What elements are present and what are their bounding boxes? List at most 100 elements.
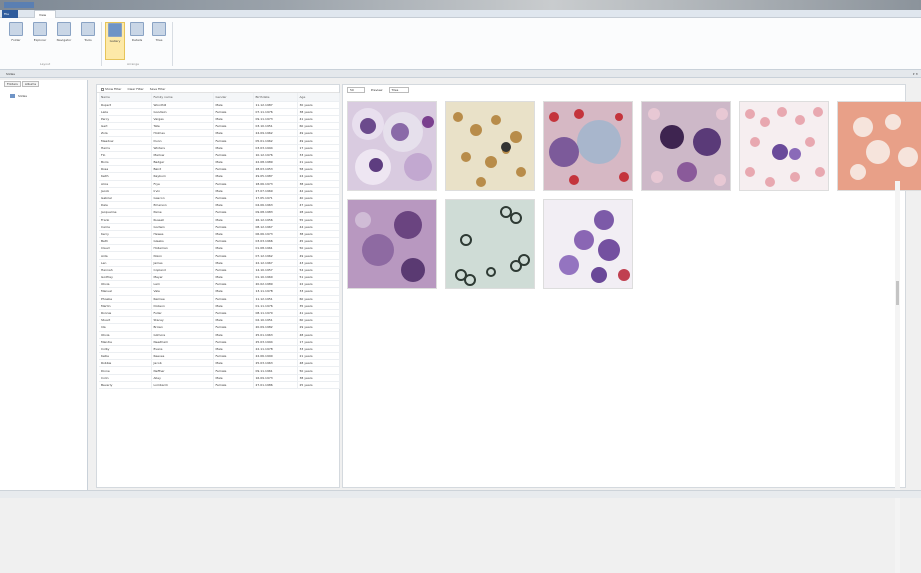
column-header[interactable]: Gender [213,93,253,101]
tools-button[interactable]: Tools [78,22,98,60]
table-cell: 21 years [297,159,339,166]
table-row[interactable]: DaleEmersonMale04.06.196347 years [99,202,339,209]
table-row[interactable]: PercyVargasMale09.11.197341 years [99,115,339,122]
table-row[interactable]: BorisBadgerMale22.08.198921 years [99,159,339,166]
table-row[interactable]: MartinDobsonMale01.11.197635 years [99,302,339,309]
tiles-button[interactable]: Tiles [149,22,169,60]
table-cell: 03.03.1994 [253,144,297,151]
slide-thumbnail[interactable] [543,199,633,289]
table-row[interactable]: PhoebeRemieeFemale11.12.195160 years [99,295,339,302]
table-row[interactable]: MandieNeedhamFemale25.03.199417 years [99,338,339,345]
preview-toggle[interactable]: Preview [371,88,383,92]
pane-pin-close[interactable]: ▾ ✕ [913,72,918,76]
slide-thumbnail[interactable] [347,101,437,191]
save-filter-button[interactable]: Save Filter [150,87,166,90]
table-cell: 38 years [297,230,339,237]
table-row[interactable]: RupertWoodhillMale11.12.198730 years [99,101,339,108]
show-filter-button[interactable]: Show Filter [101,87,121,90]
tab-file[interactable]: File [2,10,18,18]
table-row[interactable]: ColinAlleyMale16.09.197338 years [99,374,339,381]
table-row[interactable]: JacquelinePaineFemale09.08.198328 years [99,209,339,216]
table-row[interactable]: MeadowDunnFemale05.01.196249 years [99,137,339,144]
zoom-select[interactable]: 50 [347,87,365,93]
folder-button[interactable]: Folder [6,22,26,60]
slide-thumbnail[interactable] [543,101,633,191]
column-header[interactable]: Age [297,93,339,101]
table-cell: 24 years [297,173,339,180]
table-cell: 25.03.1963 [253,360,297,367]
table-row[interactable]: GabrielGasconFemale17.05.197140 years [99,194,339,201]
column-header[interactable]: Birthdate [253,93,297,101]
table-row[interactable]: KeithRayburnMale29.05.198724 years [99,173,339,180]
table-cell: Hewes [151,230,213,237]
table-row[interactable]: GodfreyMeyerMale01.10.196051 years [99,274,339,281]
table-row[interactable]: LenJamesMale22.12.196743 years [99,259,339,266]
table-cell: Remiee [151,295,213,302]
table-row[interactable]: KellieReevesFemale22.06.199021 years [99,353,339,360]
pane-title: Slides [6,72,15,76]
table-row[interactable]: BeverlyLombardiFemale27.01.198625 years [99,381,339,388]
scrollbar-thumb[interactable] [896,281,899,305]
tab-albums[interactable]: Albums [22,81,39,87]
table-row[interactable]: OliviaLamFemale20.02.198922 years [99,281,339,288]
table-row[interactable]: RonnieFullerFemale08.11.197041 years [99,309,339,316]
table-cell: Russell [151,216,213,223]
table-cell: 38 years [297,108,339,115]
viewer-scrollbar[interactable] [895,181,900,573]
tab-folders[interactable]: Folders [4,81,21,87]
table-cell: Reeves [151,353,213,360]
table-cell: Male [213,360,253,367]
view-select[interactable]: Tiles [389,87,410,93]
table-row[interactable]: StuartStaceyMale02.10.195160 years [99,317,339,324]
table-row[interactable]: AliceFryeFemale18.06.197338 years [99,180,339,187]
table-row[interactable]: ColbyEvansMale22.11.197833 years [99,345,339,352]
table-cell: 60 years [297,123,339,130]
table-cell: 09.11.1961 [253,367,297,374]
table-cell: 60 years [297,317,339,324]
table-row[interactable]: RosaBairdFemale28.03.195358 years [99,166,339,173]
table-cell: Male [213,230,253,237]
table-cell: Gleeks [151,238,213,245]
table-row[interactable]: ManuelValeMale13.11.197833 years [99,288,339,295]
table-row[interactable]: HarrisWintersMale03.03.199417 years [99,144,339,151]
table-cell: 49 years [297,130,339,137]
table-row[interactable]: OliviaGilmoreMale25.01.196348 years [99,331,339,338]
table-row[interactable]: KerryHewesMale06.06.197338 years [99,230,339,237]
table-cell: Male [213,173,253,180]
table-row[interactable]: GertTateFemale03.10.195160 years [99,123,339,130]
explorer-button[interactable]: Explorer [30,22,50,60]
table-row[interactable]: DioneNeffnerFemale09.11.196150 years [99,367,339,374]
slide-thumbnail[interactable] [641,101,731,191]
table-row[interactable]: LailaGoodwinFemale07.11.197638 years [99,108,339,115]
table-row[interactable]: JacobIrvinMale27.07.196942 years [99,187,339,194]
column-header[interactable]: Family name [151,93,213,101]
tree-node-slides[interactable]: Slides [10,94,87,98]
slide-thumbnail[interactable] [347,199,437,289]
table-cell: Holmes [151,130,213,137]
table-cell: 07.11.1976 [253,108,297,115]
navigator-button[interactable]: Navigator [54,22,74,60]
table-row[interactable]: RobbieJacobMale25.03.196348 years [99,360,339,367]
table-cell: 27.01.1986 [253,381,297,388]
table-row[interactable]: BethGleeksFemale03.03.196645 years [99,238,339,245]
table-row[interactable]: IdaBrownFemale20.09.198229 years [99,324,339,331]
slide-thumbnail[interactable] [445,199,535,289]
column-header[interactable]: Name [99,93,151,101]
slide-thumbnail[interactable] [445,101,535,191]
table-row[interactable]: FrankRussellMale26.12.195655 years [99,216,339,223]
slide-thumbnail[interactable] [837,101,921,191]
table-row[interactable]: ClaudHollemanMale01.08.196150 years [99,245,339,252]
clear-filter-button[interactable]: Clear Filter [127,87,143,90]
table-cell: Male [213,202,253,209]
details-button[interactable]: Details [127,22,147,60]
table-row[interactable]: HannahCoplandFemale14.10.195754 years [99,266,339,273]
table-cell: Keith [99,173,151,180]
gallery-button[interactable]: Gallery [105,22,125,60]
tab-view[interactable]: View [34,10,56,18]
slide-thumbnail[interactable] [739,101,829,191]
table-row[interactable]: ZolaHolmesMale24.09.196249 years [99,130,339,137]
table-row[interactable]: CarrieGodwinFemale08.12.196744 years [99,223,339,230]
quick-access-toolbar[interactable] [4,2,34,8]
table-row[interactable]: AidaNixonFemale07.12.196249 years [99,252,339,259]
table-row[interactable]: FloMarlowFemale10.12.197633 years [99,151,339,158]
